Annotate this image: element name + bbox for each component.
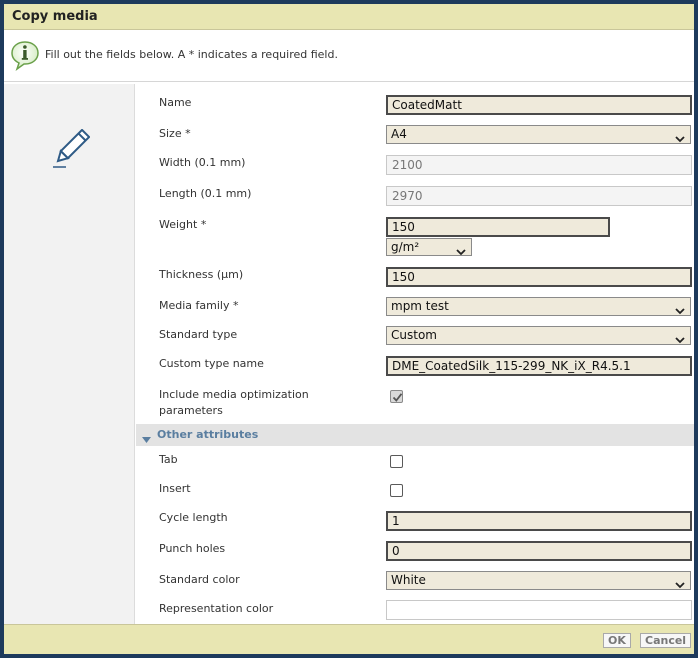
thickness-label: Thickness (µm): [159, 268, 244, 281]
title-bar: Copy media: [4, 4, 694, 30]
standard-color-value: White: [391, 573, 426, 587]
punch-holes-input[interactable]: 0: [386, 541, 692, 561]
include-optimization-checkbox[interactable]: [390, 390, 403, 403]
cycle-length-label: Cycle length: [159, 511, 228, 524]
weight-label: Weight *: [159, 218, 207, 231]
chevron-down-icon: [456, 245, 466, 256]
size-select[interactable]: A4: [386, 125, 691, 144]
media-family-select[interactable]: mpm test: [386, 297, 691, 316]
name-input[interactable]: CoatedMatt: [386, 95, 692, 115]
other-attributes-header[interactable]: Other attributes: [136, 424, 694, 446]
standard-type-value: Custom: [391, 328, 437, 342]
cycle-length-input[interactable]: 1: [386, 511, 692, 531]
footer-bar: OK Cancel: [4, 624, 694, 654]
left-panel: [4, 84, 135, 624]
pencil-icon: [50, 128, 91, 171]
thickness-input[interactable]: 150: [386, 267, 692, 287]
insert-label: Insert: [159, 482, 191, 495]
info-bar: Fill out the fields below. A * indicates…: [4, 30, 694, 82]
form-content: Name CoatedMatt Size * A4 Width (0.1 mm)…: [4, 84, 694, 624]
cancel-button[interactable]: Cancel: [640, 633, 692, 648]
standard-color-label: Standard color: [159, 573, 240, 586]
chevron-down-icon: [675, 578, 685, 589]
length-field: 2970: [386, 186, 692, 206]
tab-label: Tab: [159, 453, 178, 466]
representation-color-input[interactable]: [386, 600, 692, 620]
tab-checkbox[interactable]: [390, 455, 403, 468]
include-optimization-label: Include media optimization parameters: [159, 388, 309, 417]
chevron-down-icon: [675, 333, 685, 344]
info-bubble-icon: [9, 39, 41, 71]
representation-color-label: Representation color: [159, 602, 274, 615]
width-field: 2100: [386, 155, 692, 175]
weight-unit-value: g/m²: [391, 240, 420, 254]
size-label: Size *: [159, 127, 191, 140]
standard-type-label: Standard type: [159, 328, 238, 341]
standard-color-select[interactable]: White: [386, 571, 691, 590]
copy-media-dialog: Copy media Fill out the fields below. A …: [0, 0, 698, 658]
length-label: Length (0.1 mm): [159, 187, 252, 200]
weight-unit-select[interactable]: g/m²: [386, 238, 472, 256]
standard-type-select[interactable]: Custom: [386, 326, 691, 345]
chevron-down-icon: [675, 304, 685, 315]
ok-button[interactable]: OK: [603, 633, 631, 648]
width-label: Width (0.1 mm): [159, 156, 246, 169]
weight-input[interactable]: 150: [386, 217, 610, 237]
other-attributes-title: Other attributes: [157, 428, 259, 441]
punch-holes-label: Punch holes: [159, 542, 226, 555]
custom-type-name-label: Custom type name: [159, 357, 264, 370]
size-select-value: A4: [391, 127, 407, 141]
info-text: Fill out the fields below. A * indicates…: [45, 48, 338, 61]
custom-type-name-input[interactable]: DME_CoatedSilk_115-299_NK_iX_R4.5.1: [386, 356, 692, 376]
dialog-title: Copy media: [12, 9, 98, 24]
collapse-triangle-icon: [142, 432, 151, 446]
name-label: Name: [159, 96, 192, 109]
chevron-down-icon: [675, 132, 685, 143]
insert-checkbox[interactable]: [390, 484, 403, 497]
media-family-value: mpm test: [391, 299, 449, 313]
media-family-label: Media family *: [159, 299, 239, 312]
